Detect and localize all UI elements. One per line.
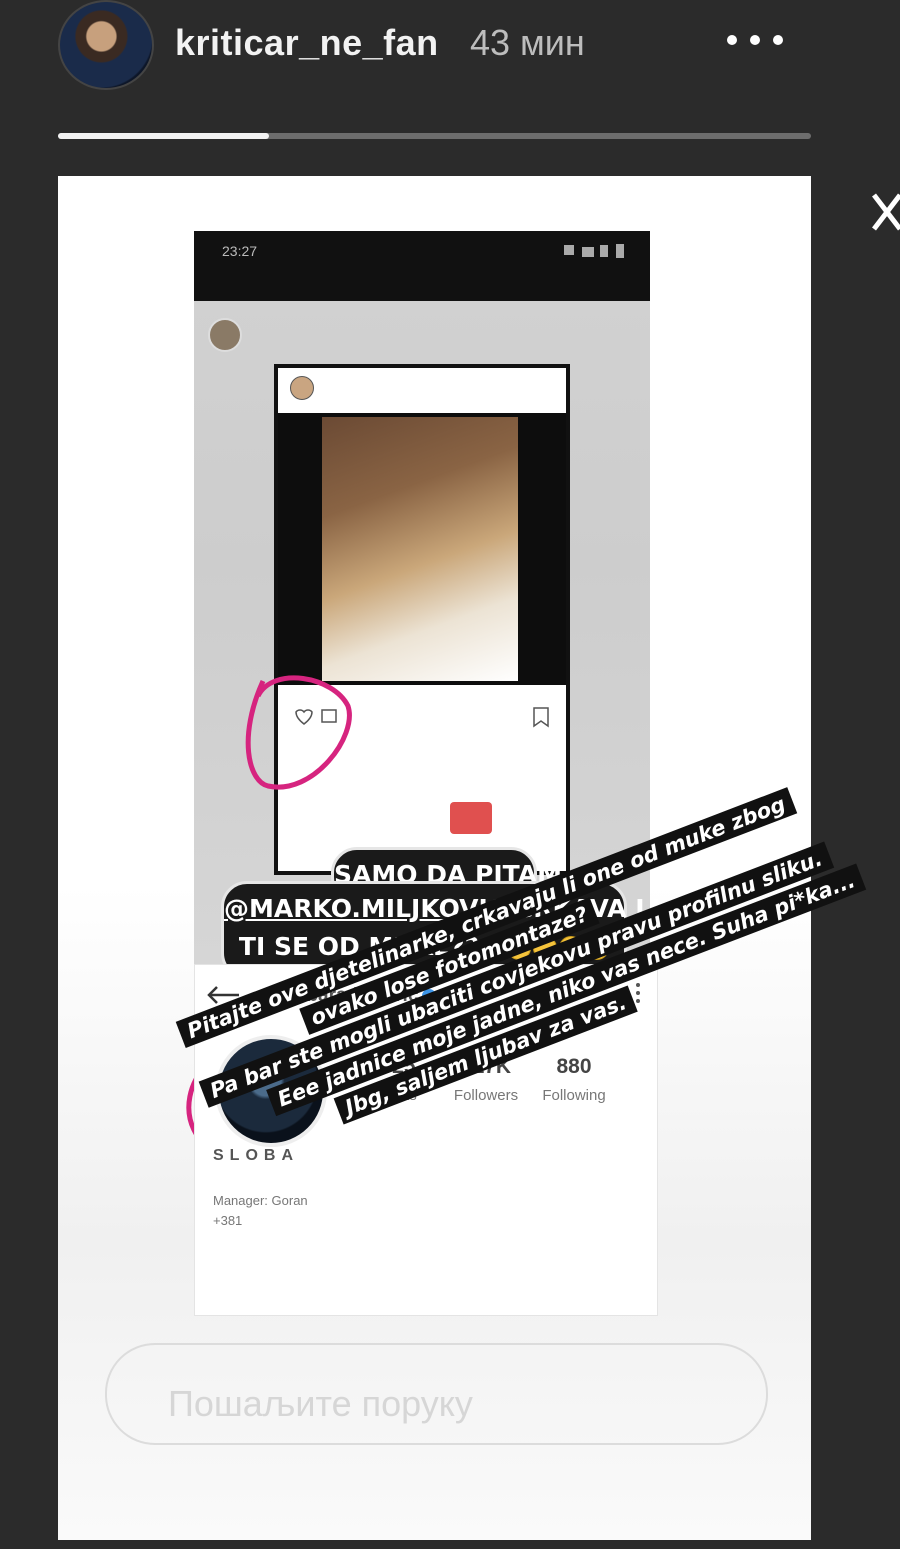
story-progress-bar bbox=[58, 133, 811, 139]
heart-icon bbox=[295, 709, 313, 725]
reshare-avatar bbox=[208, 318, 242, 352]
username[interactable]: kriticar_ne_fan bbox=[175, 22, 439, 64]
notification-icon bbox=[450, 802, 492, 834]
post-avatar bbox=[290, 376, 314, 400]
story-progress-fill bbox=[58, 133, 269, 139]
bookmark-icon bbox=[533, 707, 549, 728]
status-icons bbox=[564, 244, 624, 258]
reshared-post bbox=[274, 364, 570, 875]
phone-status-bar: 23:27 bbox=[194, 231, 650, 301]
story-header: kriticar_ne_fan 43 мин bbox=[0, 0, 900, 120]
close-icon[interactable] bbox=[860, 185, 900, 239]
phone-time: 23:27 bbox=[222, 243, 258, 259]
bio-line: +381 bbox=[213, 1213, 243, 1228]
more-dots-icon[interactable] bbox=[720, 18, 790, 58]
woman-photo bbox=[322, 417, 518, 681]
comment-icon bbox=[321, 709, 337, 723]
post-action-icons bbox=[295, 707, 549, 728]
post-time: 43 мин bbox=[470, 22, 585, 63]
message-placeholder[interactable]: Пошаљите поруку bbox=[168, 1383, 473, 1425]
user-avatar[interactable] bbox=[58, 0, 154, 90]
post-photo bbox=[278, 413, 566, 685]
